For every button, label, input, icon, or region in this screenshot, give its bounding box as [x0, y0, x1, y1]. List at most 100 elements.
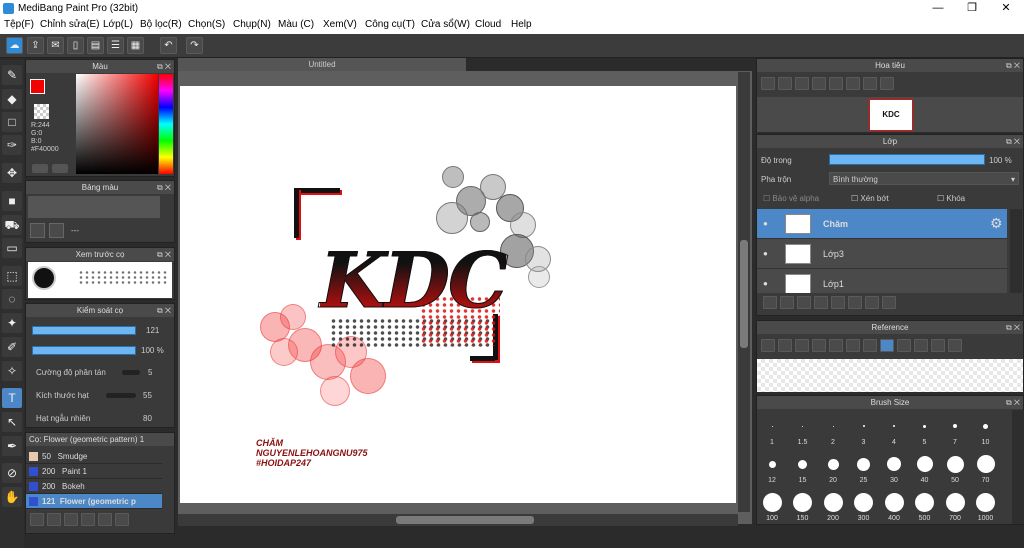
- eyedropper-tool-icon[interactable]: ⊘: [2, 463, 22, 483]
- document-icon[interactable]: ▤: [87, 37, 104, 54]
- rotate-right-icon[interactable]: [931, 339, 945, 352]
- list-icon[interactable]: ☰: [107, 37, 124, 54]
- fit-icon[interactable]: [829, 339, 843, 352]
- merge-down-icon[interactable]: [865, 296, 879, 309]
- panel-close-icon[interactable]: ⧉ ✕: [157, 304, 171, 317]
- brush-size-option[interactable]: 300: [849, 486, 879, 524]
- hand-tool-icon[interactable]: ✋: [2, 487, 22, 507]
- brush-size-option[interactable]: 1000: [971, 486, 1001, 524]
- zoom-in-icon[interactable]: [778, 77, 792, 90]
- panel-close-icon[interactable]: ⧉ ✕: [157, 181, 171, 194]
- lasso-tool-icon[interactable]: ◌: [2, 289, 22, 309]
- duplicate-layer-icon[interactable]: [848, 296, 862, 309]
- rotate-left-icon[interactable]: [897, 339, 911, 352]
- menu-window[interactable]: Cửa sổ(W): [421, 19, 470, 30]
- hand-icon[interactable]: [880, 339, 894, 352]
- new-8bit-layer-icon[interactable]: [797, 296, 811, 309]
- zoom-out-icon[interactable]: [846, 339, 860, 352]
- add-palette-icon[interactable]: [30, 223, 45, 238]
- flip-icon[interactable]: [948, 339, 962, 352]
- grid-icon[interactable]: ▦: [127, 37, 144, 54]
- document-canvas[interactable]: KDC CHĂM NGUYENLEHOANGNU975 #HOIDAP247: [180, 86, 736, 503]
- cloud-icon[interactable]: ☁: [6, 37, 23, 54]
- panel-close-icon[interactable]: ⧉ ✕: [157, 248, 171, 261]
- select-tool-icon[interactable]: ⬚: [2, 266, 22, 286]
- new-halftone-layer-icon[interactable]: [780, 296, 794, 309]
- brush-size-option[interactable]: 100: [757, 486, 787, 524]
- maximize-button[interactable]: ❐: [955, 0, 989, 17]
- layer-row[interactable]: ● Lớp3: [757, 239, 1007, 269]
- palette-swatch-area[interactable]: [28, 196, 160, 218]
- brush-size-option[interactable]: 5: [910, 410, 940, 448]
- brush-size-option[interactable]: 30: [879, 448, 909, 486]
- brush-size-option[interactable]: 3: [849, 410, 879, 448]
- saturation-value-picker[interactable]: [76, 74, 158, 174]
- visibility-eye-icon[interactable]: ●: [763, 279, 768, 288]
- rotate-left-icon[interactable]: [829, 77, 843, 90]
- zoom-out-icon[interactable]: [812, 77, 826, 90]
- document-tab[interactable]: Untitled: [178, 58, 466, 71]
- upload-icon[interactable]: ⇪: [27, 37, 44, 54]
- gradient-tool-icon[interactable]: ▭: [2, 238, 22, 258]
- brush-size-option[interactable]: 200: [818, 486, 848, 524]
- navigator-view[interactable]: KDC: [757, 97, 1023, 132]
- copy-icon[interactable]: [115, 513, 129, 526]
- brush-size-option[interactable]: 15: [788, 448, 818, 486]
- brush-size-slider[interactable]: [32, 326, 136, 335]
- vertical-scroll-thumb[interactable]: [740, 240, 748, 348]
- brush-size-option[interactable]: 500: [910, 486, 940, 524]
- panel-close-icon[interactable]: ⧉ ✕: [1006, 321, 1020, 334]
- menu-view[interactable]: Xem(V): [323, 19, 357, 30]
- hue-slider[interactable]: [159, 74, 173, 174]
- brush-settings-icon[interactable]: [64, 513, 78, 526]
- select-pen-icon[interactable]: ✐: [2, 337, 22, 357]
- move-tool-icon[interactable]: ✥: [2, 163, 22, 183]
- protect-alpha-checkbox[interactable]: ☐ Bảo vệ alpha: [763, 194, 819, 203]
- lock-checkbox[interactable]: ☐ Khóa: [937, 194, 965, 203]
- shape-tool-icon[interactable]: □: [2, 112, 22, 132]
- undo-button[interactable]: ↶: [160, 37, 177, 54]
- folder-icon[interactable]: [831, 296, 845, 309]
- page-icon[interactable]: ▯: [67, 37, 84, 54]
- select-eraser-icon[interactable]: ✧: [2, 361, 22, 381]
- brush-list-item[interactable]: 200 Paint 1: [26, 464, 162, 479]
- operation-tool-icon[interactable]: ↖: [2, 412, 22, 432]
- zoom-fit-icon[interactable]: [761, 77, 775, 90]
- layer-scrollbar[interactable]: [1010, 209, 1022, 293]
- brush-doc-icon[interactable]: [81, 513, 95, 526]
- brush-opacity-slider[interactable]: [32, 346, 136, 355]
- cloud-icon[interactable]: [761, 339, 775, 352]
- close-button[interactable]: ✕: [989, 0, 1023, 17]
- brush-size-option[interactable]: 150: [788, 486, 818, 524]
- rotate-right-icon[interactable]: [863, 77, 877, 90]
- scatter-slider[interactable]: [122, 370, 140, 375]
- menu-filter[interactable]: Bộ lọc(R): [140, 19, 182, 30]
- transparent-swatch[interactable]: [34, 104, 49, 119]
- horizontal-scroll-thumb[interactable]: [396, 516, 534, 524]
- fit-window-icon[interactable]: [914, 339, 928, 352]
- primary-color-swatch[interactable]: [30, 79, 45, 94]
- color-mode-button[interactable]: [32, 164, 48, 173]
- brush-size-option[interactable]: 7: [940, 410, 970, 448]
- comment-icon[interactable]: ✉: [47, 37, 64, 54]
- visibility-eye-icon[interactable]: ●: [763, 219, 768, 228]
- layer-opacity-slider[interactable]: [829, 154, 985, 165]
- brush-size-scrollbar[interactable]: [1012, 410, 1024, 524]
- horizontal-scrollbar[interactable]: [178, 514, 738, 526]
- redo-button[interactable]: ↷: [186, 37, 203, 54]
- layer-row[interactable]: ● Lớp1: [757, 269, 1007, 293]
- brush-size-option[interactable]: 12: [757, 448, 787, 486]
- zoom-actual-icon[interactable]: [795, 77, 809, 90]
- menu-select[interactable]: Chọn(S): [188, 19, 225, 30]
- menu-file[interactable]: Tệp(F): [4, 19, 34, 30]
- brush-list-item[interactable]: 50 Smudge: [26, 449, 162, 464]
- brush-size-option[interactable]: 400: [879, 486, 909, 524]
- folder-icon[interactable]: [98, 513, 112, 526]
- magic-wand-icon[interactable]: ✦: [2, 313, 22, 333]
- new-1bit-layer-icon[interactable]: [814, 296, 828, 309]
- new-layer-icon[interactable]: [763, 296, 777, 309]
- brush-size-option[interactable]: 25: [849, 448, 879, 486]
- menu-layer[interactable]: Lớp(L): [103, 19, 133, 30]
- brush-size-option[interactable]: 70: [971, 448, 1001, 486]
- fill-rect-tool-icon[interactable]: ■: [2, 191, 22, 211]
